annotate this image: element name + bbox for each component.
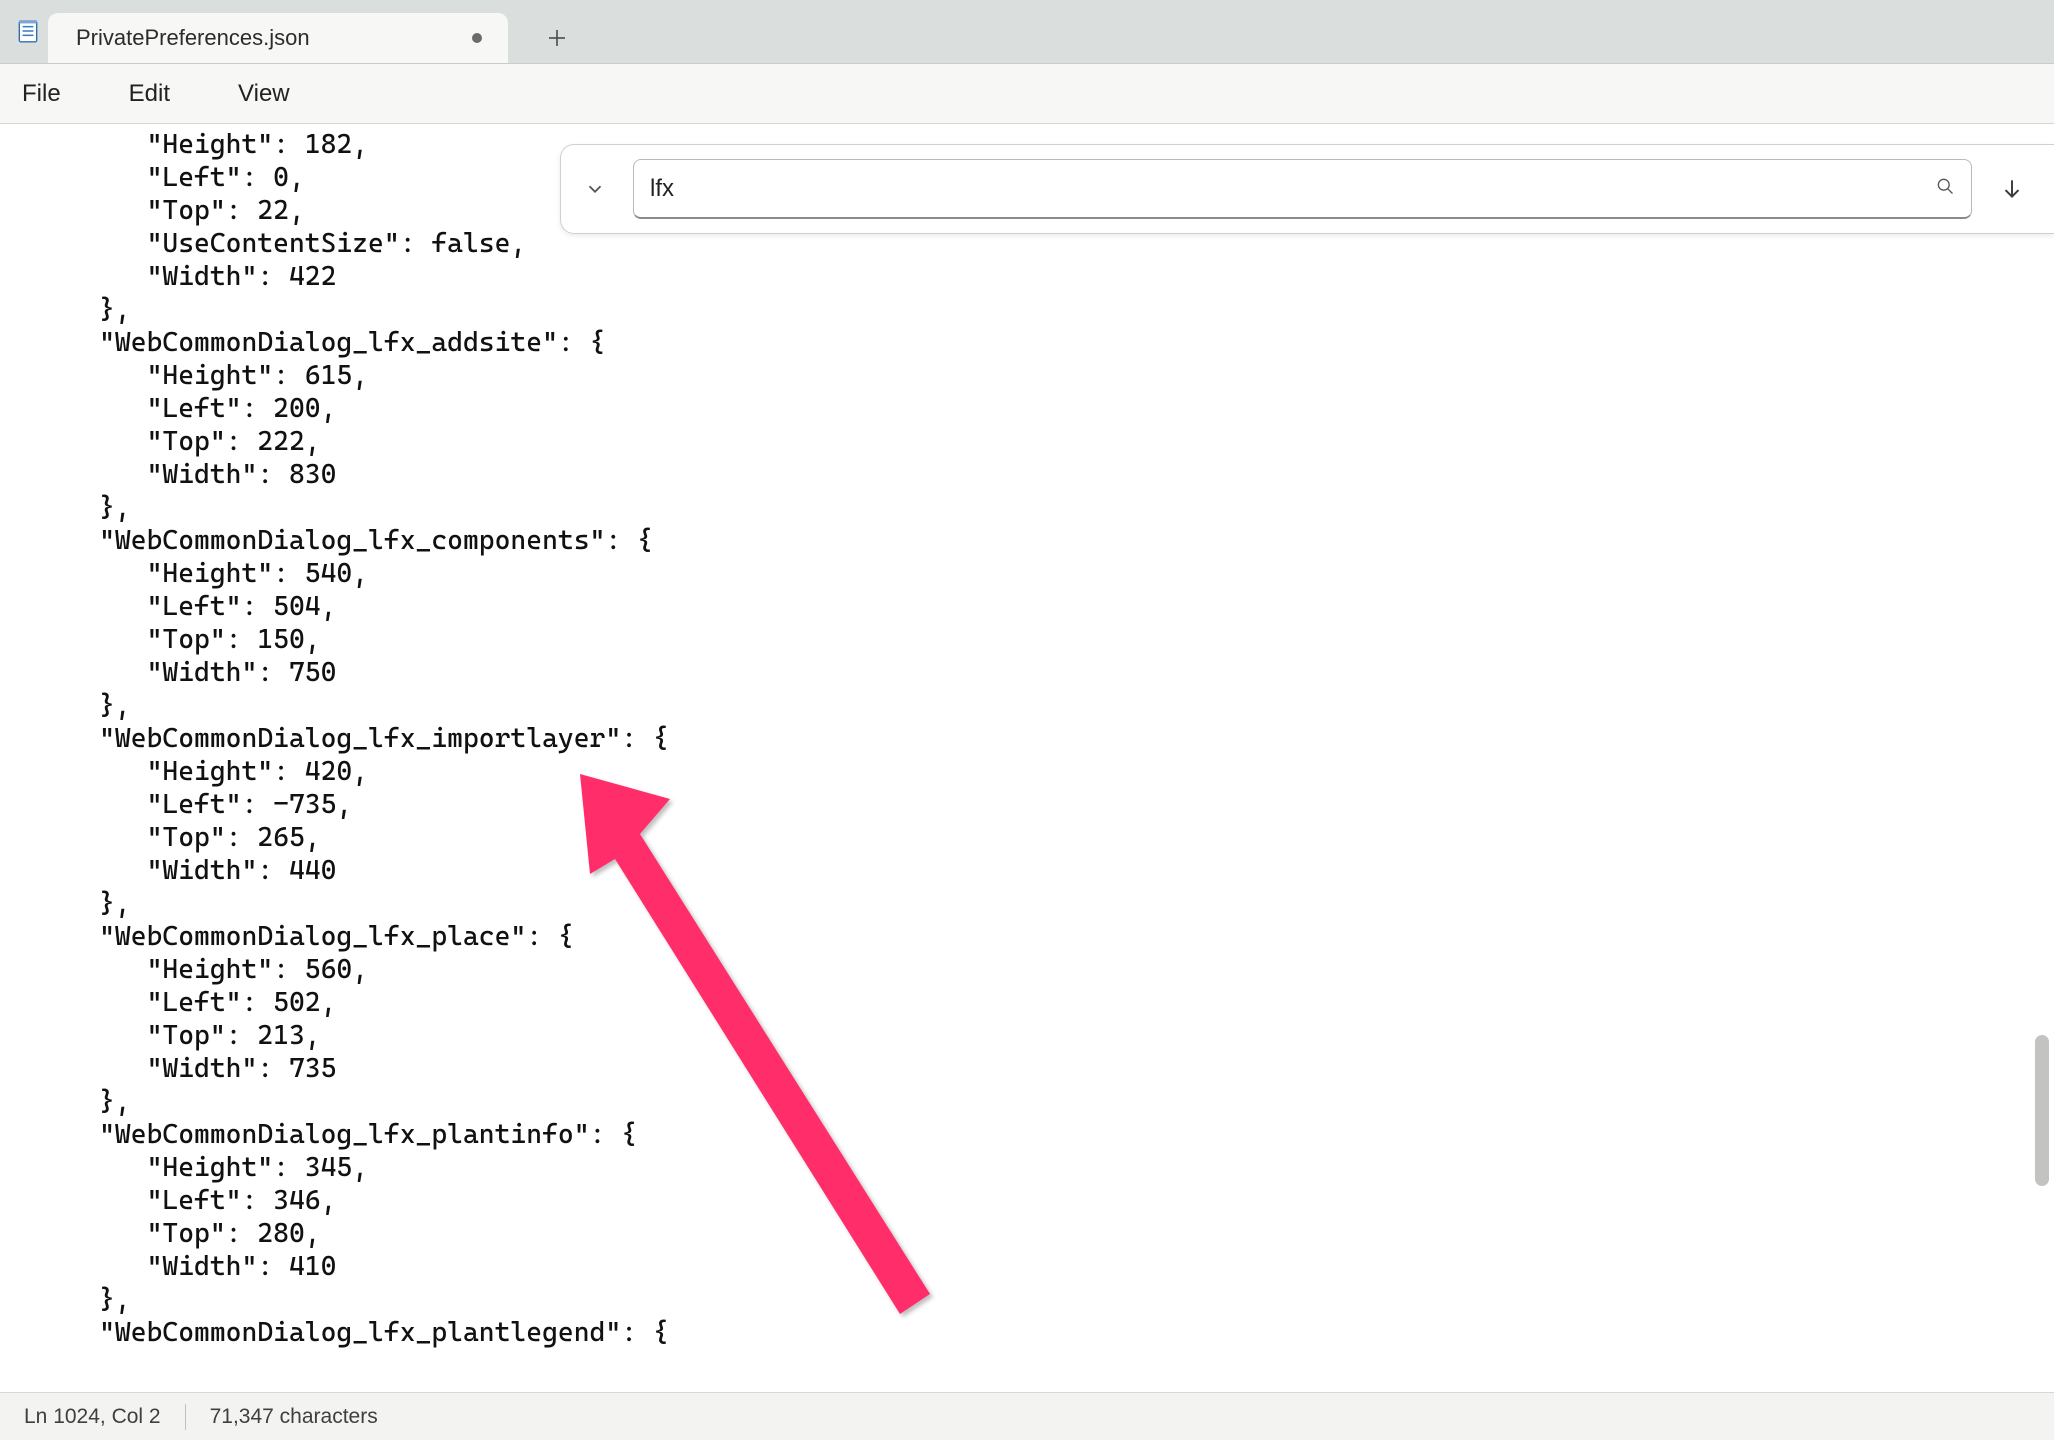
vertical-scrollbar[interactable] [2032,128,2052,1388]
find-input-wrapper [633,159,1972,219]
scrollbar-track [2032,128,2052,1388]
find-bar [560,144,2054,234]
menu-edit[interactable]: Edit [117,74,182,114]
new-tab-button[interactable] [532,13,582,63]
chevron-down-icon [584,178,606,200]
editor-area: "Height": 182, "Left": 0, "Top": 22, "Us… [0,124,2054,1392]
titlebar: PrivatePreferences.json [0,0,2054,64]
find-search-button[interactable] [1935,176,1955,201]
editor-text[interactable]: "Height": 182, "Left": 0, "Top": 22, "Us… [0,124,2054,1392]
menu-file[interactable]: File [10,74,73,114]
scrollbar-thumb[interactable] [2035,1035,2049,1186]
plus-icon [547,28,567,48]
find-next-button[interactable] [1990,167,2034,211]
arrow-down-icon [1999,176,2025,202]
status-bar: Ln 1024, Col 2 71,347 characters [0,1392,2054,1440]
search-icon [1935,176,1955,196]
find-expand-toggle[interactable] [575,169,615,209]
find-input[interactable] [650,175,1935,203]
tab-active[interactable]: PrivatePreferences.json [48,13,508,63]
tab-title: PrivatePreferences.json [76,25,458,51]
status-char-count: 71,347 characters [210,1405,378,1429]
menu-view[interactable]: View [226,74,302,114]
app-icon [8,11,48,51]
notepad-icon [15,18,41,44]
status-cursor-position: Ln 1024, Col 2 [24,1405,161,1429]
status-separator [185,1404,186,1430]
tab-dirty-indicator-icon [472,33,482,43]
menubar: File Edit View [0,64,2054,124]
